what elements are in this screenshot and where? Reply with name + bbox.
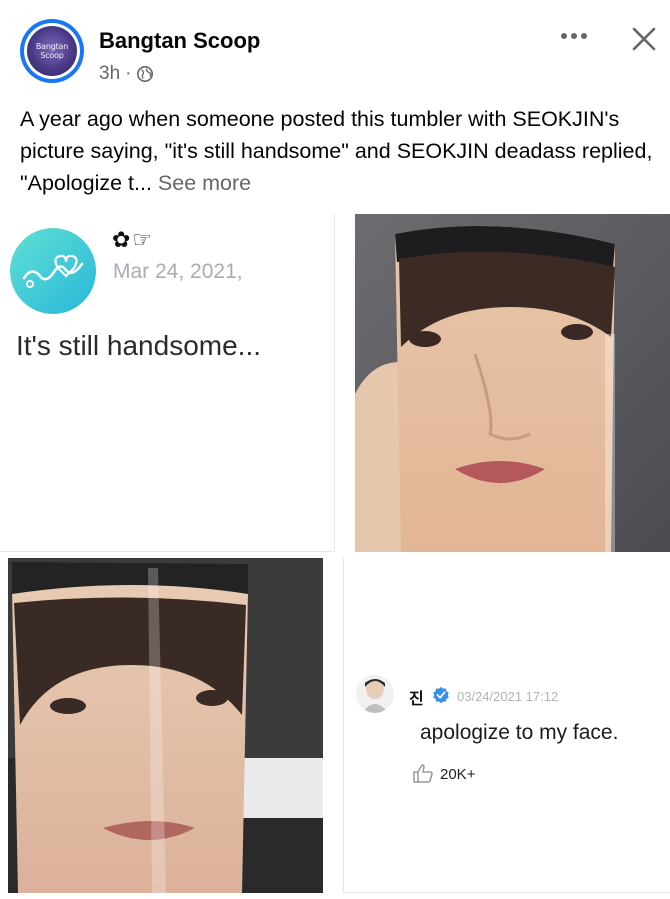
reply-timestamp: 03/24/2021 17:12 — [457, 689, 559, 704]
weverse-post-text: It's still handsome... — [16, 330, 261, 361]
weverse-logo — [10, 228, 96, 314]
post-header: Bangtan Scoop Bangtan Scoop 3h · — [0, 0, 670, 100]
verified-badge-icon — [433, 686, 449, 704]
tumbler-photo-image — [355, 214, 670, 552]
photo-tile-3[interactable] — [8, 558, 323, 893]
reply-avatar — [356, 675, 394, 713]
globe-icon — [137, 65, 154, 83]
post-time[interactable]: 3h — [99, 63, 120, 85]
tumbler-desk-photo-image — [8, 558, 323, 893]
photo-tile-2[interactable] — [355, 214, 670, 552]
page-avatar[interactable]: Bangtan Scoop — [20, 19, 84, 83]
page-avatar-image: Bangtan Scoop — [27, 26, 77, 76]
caption-text: A year ago when someone posted this tumb… — [20, 107, 653, 195]
weverse-logo-icon — [22, 254, 84, 288]
weverse-post-date: Mar 24, 2021, — [113, 260, 243, 283]
like-count: 20K+ — [440, 766, 476, 783]
avatar-logo-text-line2: Scoop — [40, 51, 64, 60]
avatar-logo-text-line1: Bangtan — [35, 42, 69, 51]
poster-username: ✿☞ — [112, 228, 155, 253]
more-options-button[interactable] — [556, 24, 592, 48]
thumbs-up-icon — [413, 764, 433, 783]
page-name-link[interactable]: Bangtan Scoop — [99, 28, 260, 54]
reply-author-name: 진 — [409, 689, 424, 708]
post-meta: 3h · — [99, 63, 154, 85]
see-more-link[interactable]: See more — [158, 171, 251, 195]
more-options-icon — [561, 33, 567, 39]
meta-separator: · — [125, 63, 132, 84]
close-icon[interactable] — [627, 22, 661, 56]
post-caption: A year ago when someone posted this tumb… — [20, 103, 660, 199]
reply-text: apologize to my face. — [420, 721, 619, 744]
reply-avatar-image — [356, 675, 394, 713]
